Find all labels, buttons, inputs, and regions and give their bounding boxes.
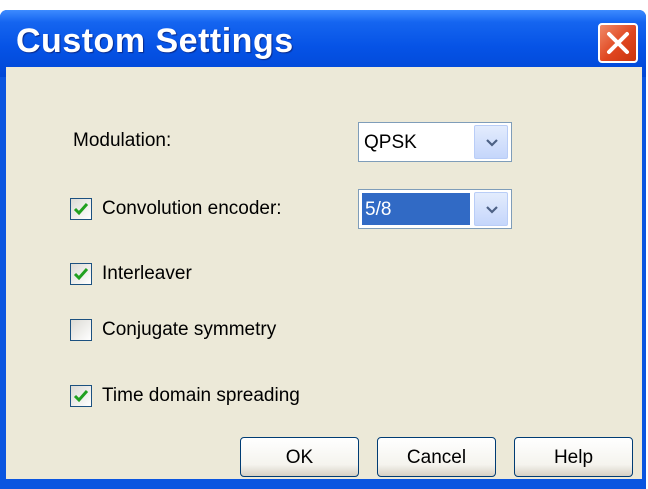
convolution-encoder-select[interactable]: 5/8 — [358, 189, 512, 229]
check-icon — [73, 390, 89, 403]
convolution-encoder-label: Convolution encoder: — [102, 198, 282, 219]
modulation-select[interactable]: QPSK — [358, 122, 512, 162]
cancel-button[interactable]: Cancel — [377, 437, 496, 477]
close-button[interactable] — [598, 23, 638, 63]
chevron-down-icon — [486, 206, 498, 214]
help-button[interactable]: Help — [514, 437, 633, 477]
convolution-encoder-value: 5/8 — [362, 193, 470, 225]
convolution-encoder-checkbox[interactable] — [70, 198, 92, 220]
conjugate-symmetry-checkbox[interactable] — [70, 319, 92, 341]
time-domain-spreading-checkbox[interactable] — [70, 385, 92, 407]
dialog-title: Custom Settings — [16, 22, 294, 60]
modulation-value: QPSK — [364, 132, 417, 153]
convolution-dropdown-button[interactable] — [474, 192, 508, 226]
close-icon — [607, 32, 629, 54]
modulation-dropdown-button[interactable] — [474, 125, 508, 159]
interleaver-label: Interleaver — [102, 263, 192, 284]
interleaver-checkbox[interactable] — [70, 263, 92, 285]
conjugate-symmetry-label: Conjugate symmetry — [102, 319, 277, 340]
check-icon — [73, 203, 89, 216]
time-domain-spreading-label: Time domain spreading — [102, 385, 300, 406]
modulation-label: Modulation: — [73, 130, 172, 151]
chevron-down-icon — [486, 139, 498, 147]
ok-button[interactable]: OK — [240, 437, 359, 477]
dialog-body: Modulation: QPSK Convolution encoder: 5/… — [6, 67, 642, 479]
check-icon — [73, 268, 89, 281]
